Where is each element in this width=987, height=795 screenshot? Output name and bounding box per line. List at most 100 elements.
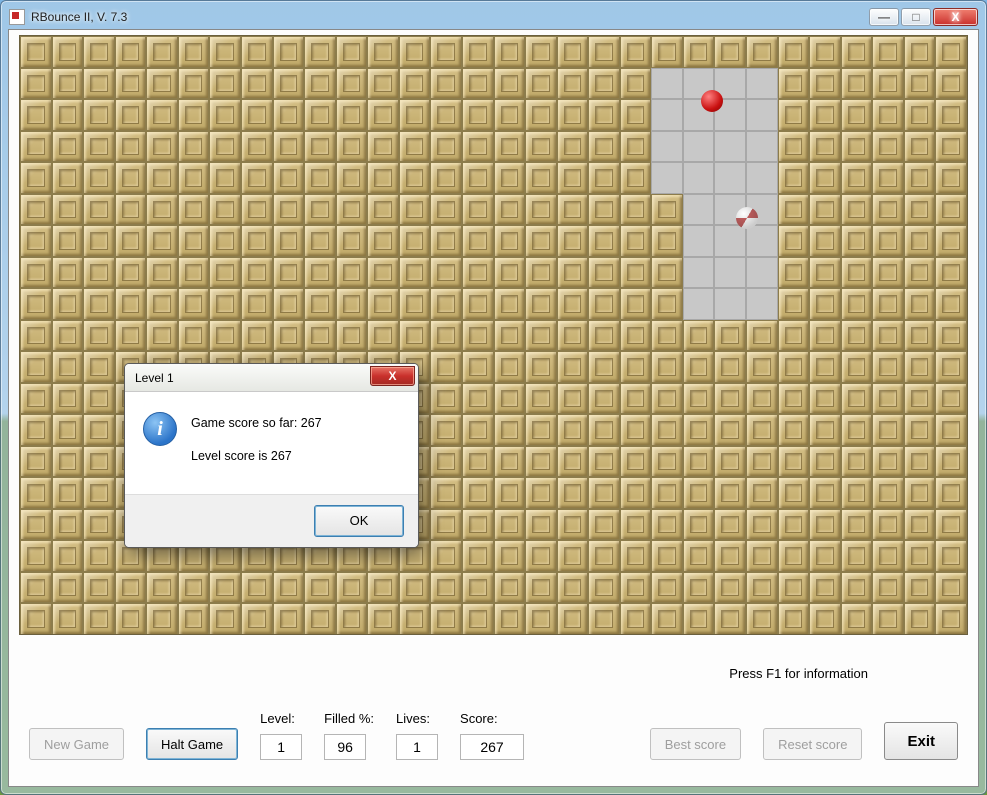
grid-tile — [336, 68, 368, 100]
filled-label: Filled %: — [324, 711, 374, 726]
grid-tile — [620, 477, 652, 509]
grid-tile — [462, 603, 494, 635]
dialog-titlebar[interactable]: Level 1 X — [125, 364, 418, 392]
grid-tile — [146, 257, 178, 289]
exit-button[interactable]: Exit — [884, 722, 958, 760]
grid-tile — [462, 351, 494, 383]
grid-tile — [209, 194, 241, 226]
grid-tile — [83, 288, 115, 320]
grid-tile — [872, 257, 904, 289]
grid-tile — [683, 603, 715, 635]
best-score-button[interactable]: Best score — [650, 728, 741, 760]
grid-tile — [525, 36, 557, 68]
halt-game-button[interactable]: Halt Game — [146, 728, 238, 760]
grid-tile — [178, 131, 210, 163]
grid-tile — [809, 288, 841, 320]
dialog-line1: Game score so far: 267 — [191, 414, 322, 433]
grid-tile — [746, 131, 778, 163]
grid-tile — [52, 383, 84, 415]
grid-tile — [273, 162, 305, 194]
grid-tile — [304, 99, 336, 131]
grid-tile — [115, 225, 147, 257]
grid-tile — [304, 225, 336, 257]
grid-tile — [620, 194, 652, 226]
maximize-button[interactable]: □ — [901, 8, 931, 26]
grid-tile — [557, 603, 589, 635]
grid-tile — [146, 572, 178, 604]
grid-tile — [651, 225, 683, 257]
grid-tile — [557, 477, 589, 509]
dialog-ok-button[interactable]: OK — [314, 505, 404, 537]
grid-tile — [430, 36, 462, 68]
grid-tile — [588, 194, 620, 226]
grid-tile — [83, 162, 115, 194]
grid-tile — [178, 99, 210, 131]
grid-tile — [620, 288, 652, 320]
grid-tile — [494, 320, 526, 352]
titlebar[interactable]: RBounce II, V. 7.3 — □ X — [7, 7, 980, 29]
ball-white — [736, 207, 758, 229]
grid-tile — [399, 131, 431, 163]
grid-tile — [778, 383, 810, 415]
grid-tile — [336, 36, 368, 68]
level-dialog: Level 1 X i Game score so far: 267 Level… — [124, 363, 419, 548]
grid-tile — [714, 351, 746, 383]
grid-tile — [525, 162, 557, 194]
grid-tile — [872, 194, 904, 226]
grid-tile — [304, 257, 336, 289]
dialog-close-button[interactable]: X — [370, 366, 415, 386]
grid-tile — [651, 194, 683, 226]
reset-score-button[interactable]: Reset score — [763, 728, 862, 760]
grid-tile — [841, 162, 873, 194]
grid-tile — [20, 414, 52, 446]
grid-tile — [83, 572, 115, 604]
grid-tile — [651, 36, 683, 68]
grid-tile — [525, 477, 557, 509]
grid-tile — [557, 540, 589, 572]
grid-tile — [683, 383, 715, 415]
grid-tile — [430, 383, 462, 415]
grid-tile — [557, 36, 589, 68]
grid-tile — [872, 320, 904, 352]
grid-tile — [588, 68, 620, 100]
grid-tile — [273, 572, 305, 604]
grid-tile — [52, 446, 84, 478]
grid-tile — [620, 383, 652, 415]
grid-tile — [746, 509, 778, 541]
grid-tile — [588, 414, 620, 446]
grid-tile — [683, 288, 715, 320]
grid-tile — [746, 477, 778, 509]
grid-tile — [20, 446, 52, 478]
grid-tile — [809, 351, 841, 383]
minimize-button[interactable]: — — [869, 8, 899, 26]
new-game-button[interactable]: New Game — [29, 728, 124, 760]
grid-tile — [557, 68, 589, 100]
grid-tile — [809, 603, 841, 635]
grid-tile — [746, 572, 778, 604]
grid-tile — [336, 131, 368, 163]
grid-tile — [620, 162, 652, 194]
close-button[interactable]: X — [933, 8, 978, 26]
grid-tile — [872, 351, 904, 383]
grid-tile — [146, 320, 178, 352]
grid-tile — [52, 257, 84, 289]
grid-tile — [935, 162, 967, 194]
grid-tile — [746, 68, 778, 100]
grid-tile — [367, 162, 399, 194]
grid-tile — [746, 320, 778, 352]
grid-tile — [304, 162, 336, 194]
grid-tile — [367, 68, 399, 100]
help-hint: Press F1 for information — [729, 666, 868, 681]
grid-tile — [494, 68, 526, 100]
grid-tile — [557, 194, 589, 226]
grid-tile — [746, 99, 778, 131]
grid-tile — [746, 288, 778, 320]
grid-tile — [904, 477, 936, 509]
grid-tile — [241, 603, 273, 635]
grid-tile — [241, 194, 273, 226]
grid-tile — [273, 99, 305, 131]
grid-tile — [683, 257, 715, 289]
grid-tile — [462, 383, 494, 415]
grid-tile — [872, 572, 904, 604]
grid-tile — [83, 131, 115, 163]
